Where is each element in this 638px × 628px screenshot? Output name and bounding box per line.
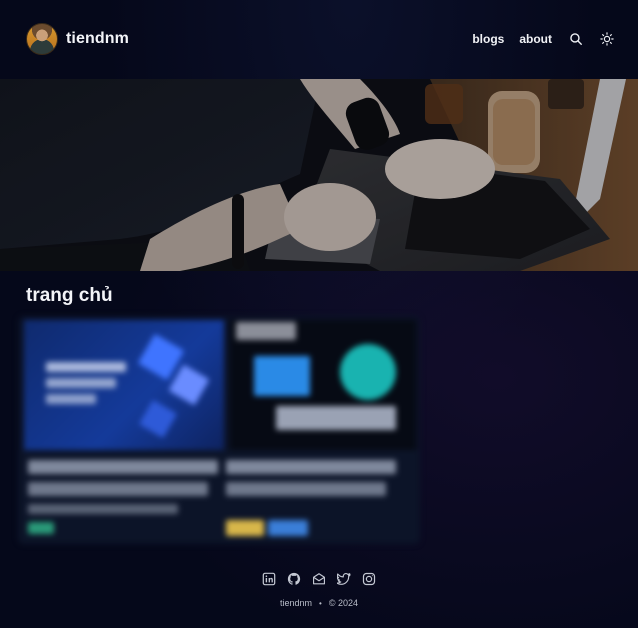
github-icon[interactable] xyxy=(287,572,301,586)
post-thumbnail-right xyxy=(230,320,416,450)
footer-copyright: © 2024 xyxy=(328,598,358,608)
footer-separator: • xyxy=(319,598,322,608)
mail-icon[interactable] xyxy=(312,572,326,586)
footer: tiendnm • © 2024 xyxy=(0,598,638,608)
hero-image xyxy=(0,79,638,271)
post-thumbnail-left xyxy=(24,320,224,450)
avatar xyxy=(26,23,58,55)
post-excerpt xyxy=(18,450,420,544)
linkedin-icon[interactable] xyxy=(262,572,276,586)
site-header: tiendnm blogs about xyxy=(0,0,638,78)
site-name: tiendnm xyxy=(66,30,129,47)
social-links xyxy=(0,572,638,586)
twitter-icon[interactable] xyxy=(337,572,351,586)
sun-icon[interactable] xyxy=(600,32,614,46)
search-icon[interactable] xyxy=(569,32,583,46)
nav-blogs-link[interactable]: blogs xyxy=(472,32,504,46)
nav-about-link[interactable]: about xyxy=(519,32,552,46)
main-nav: blogs about xyxy=(457,32,614,46)
footer-owner: tiendnm xyxy=(280,598,313,608)
instagram-icon[interactable] xyxy=(362,572,376,586)
brand-link[interactable]: tiendnm xyxy=(26,23,129,55)
page-title: trang chủ xyxy=(26,285,113,306)
post-card[interactable] xyxy=(18,316,420,544)
